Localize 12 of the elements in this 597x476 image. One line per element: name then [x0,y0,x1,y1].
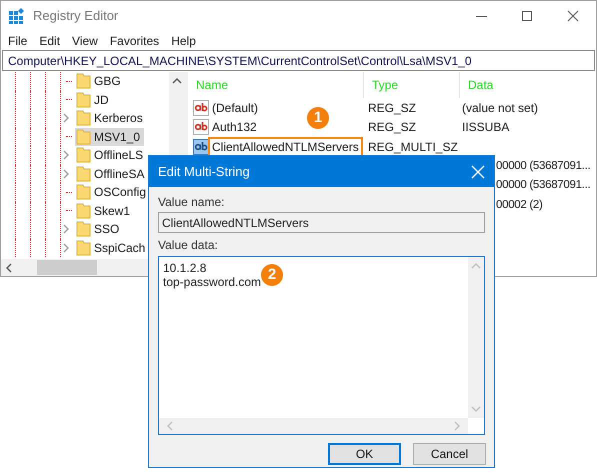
field-label: Value data: [158,238,219,252]
value-type: REG_SZ [367,100,418,117]
value-type: REG_MULTI_SZ [367,138,459,156]
value-data: 00002 (2) [496,198,543,213]
window-title: Registry Editor [33,7,118,26]
value-data: IISSUBA [461,119,510,136]
dialog-title: Edit Multi-String [157,162,250,181]
value-data: 00000 (53687091... [496,158,590,174]
value-data: (value not set) [461,100,538,117]
value-type: REG_SZ [367,119,418,136]
field-label: Value name: [158,195,226,209]
value-data: 00000 (53687091... [496,178,590,194]
